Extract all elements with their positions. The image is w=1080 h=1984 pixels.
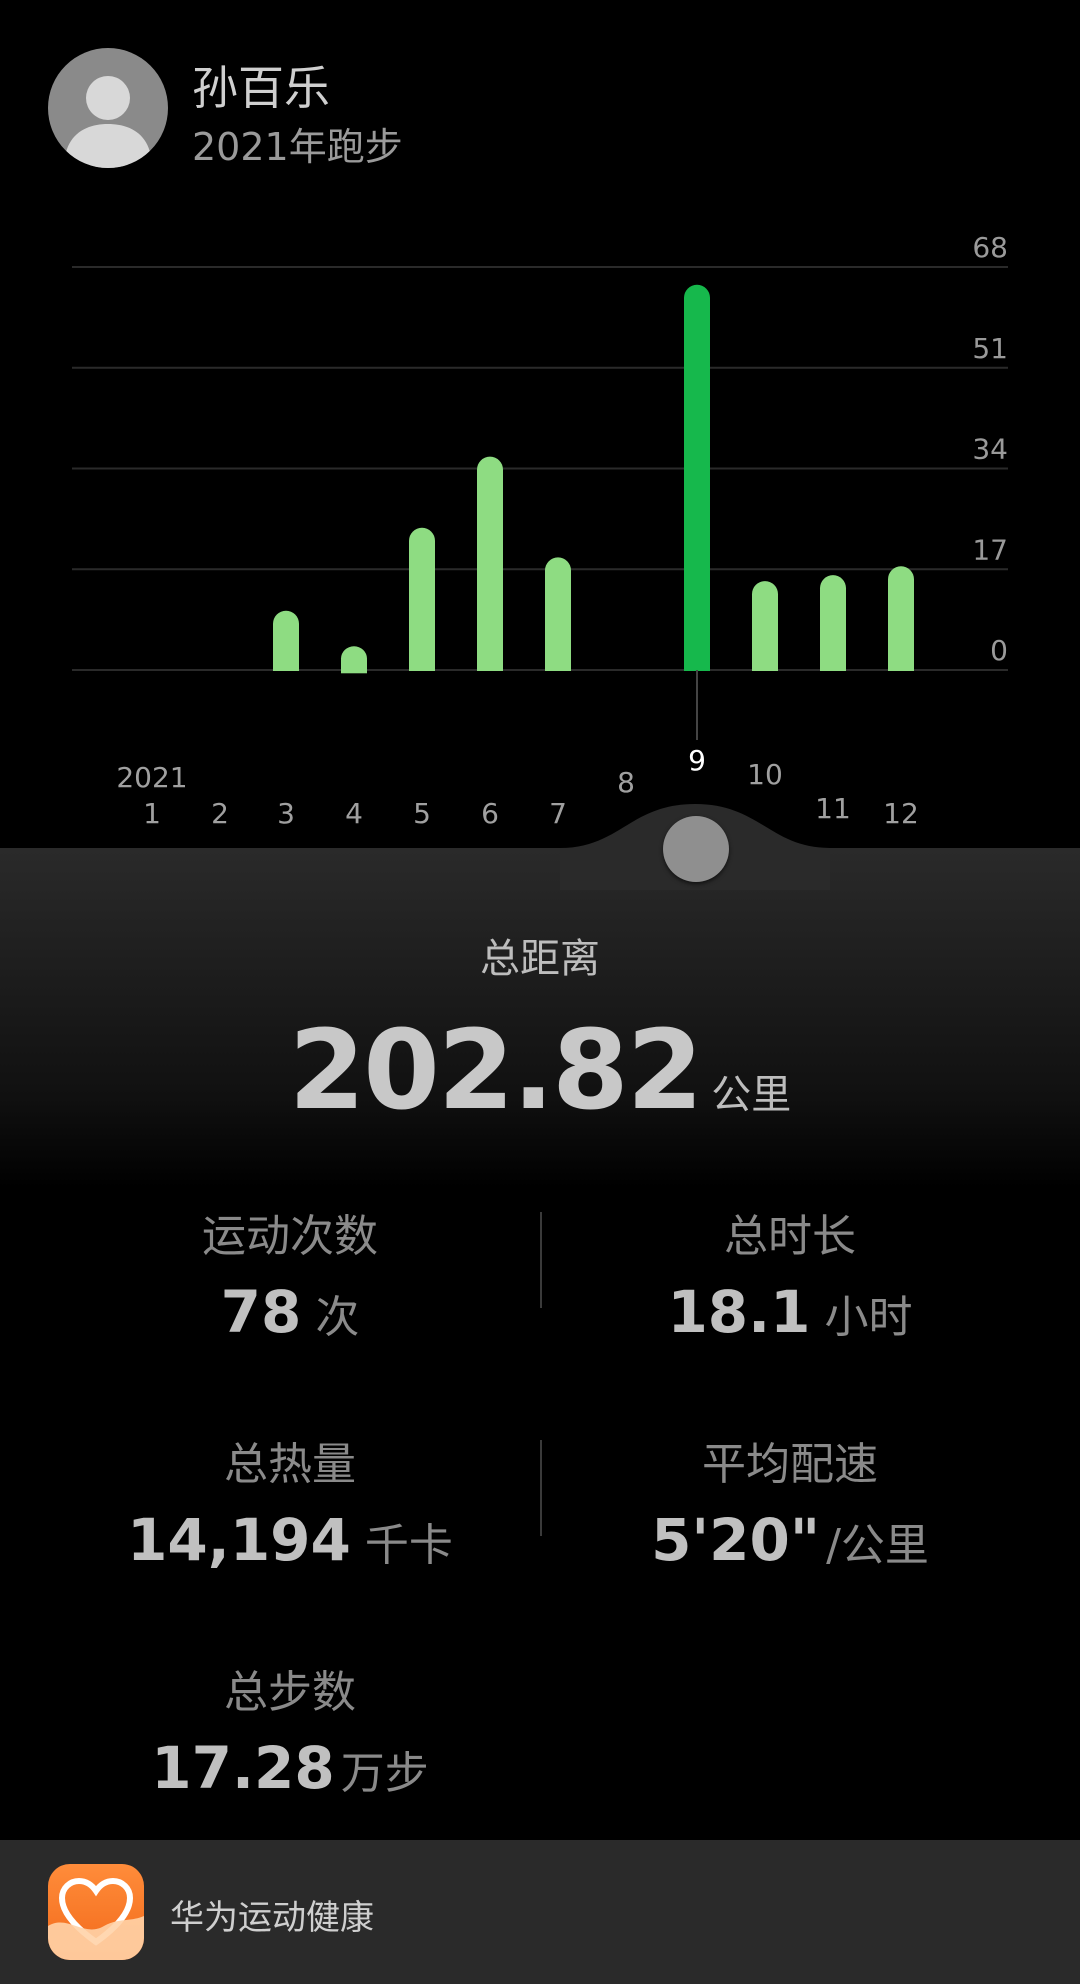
monthly-distance-chart[interactable]: 017345168 1 2 3 4 5 6 789 1011 122021 <box>0 0 1080 860</box>
health-heart-icon <box>48 1864 144 1960</box>
month-label-3[interactable]: 3 <box>277 797 295 830</box>
bar-month-5[interactable] <box>409 527 435 671</box>
year-label: 2021 <box>116 761 187 794</box>
month-label-2[interactable]: 2 <box>211 797 229 830</box>
bar-base <box>684 657 710 671</box>
stat-duration: 总时长 18.1 小时 <box>520 1200 1060 1346</box>
stat-steps: 总步数 17.28 万步 <box>20 1656 560 1802</box>
stat-sessions-label: 运动次数 <box>202 1211 378 1262</box>
total-distance-value: 202.82 <box>288 1006 703 1134</box>
total-distance: 总距离 202.82 公里 <box>0 926 1080 1134</box>
bar-base <box>477 657 503 671</box>
bar-month-6[interactable] <box>477 456 503 671</box>
stat-steps-value: 17.28 <box>151 1734 335 1802</box>
total-distance-unit: 公里 <box>711 1072 792 1118</box>
stat-steps-unit: 万步 <box>340 1748 429 1799</box>
stat-duration-unit: 小时 <box>824 1292 913 1343</box>
bar-base <box>820 657 846 671</box>
bar-base <box>341 659 367 674</box>
stat-calories-unit: 千卡 <box>364 1520 453 1571</box>
bar-base <box>752 657 778 671</box>
y-tick-label: 0 <box>990 634 1008 667</box>
month-label-9[interactable]: 9 <box>688 744 706 777</box>
stat-pace-unit: /公里 <box>826 1520 929 1571</box>
bar-base <box>273 657 299 671</box>
bar-base <box>545 657 571 671</box>
y-tick-label: 34 <box>972 433 1008 466</box>
bar-month-9[interactable] <box>684 284 710 671</box>
stat-duration-value: 18.1 <box>667 1278 811 1346</box>
stat-sessions-value: 78 <box>220 1278 302 1346</box>
stat-sessions-unit: 次 <box>315 1292 360 1343</box>
month-label-12[interactable]: 12 <box>883 797 919 830</box>
stat-calories-value: 14,194 <box>127 1506 351 1574</box>
month-label-6[interactable]: 6 <box>481 797 499 830</box>
total-distance-label: 总距离 <box>480 936 600 982</box>
bar-month-12[interactable] <box>888 566 914 671</box>
stat-sessions: 运动次数 78 次 <box>20 1200 560 1346</box>
stat-steps-label: 总步数 <box>224 1667 356 1718</box>
month-slider-handle[interactable] <box>663 816 729 882</box>
app-footer[interactable]: 华为运动健康 <box>0 1840 1080 1984</box>
bar-base <box>409 657 435 671</box>
stat-pace: 平均配速 5'20"/公里 <box>520 1428 1060 1574</box>
y-tick-label: 51 <box>972 332 1008 365</box>
stat-pace-label: 平均配速 <box>702 1439 878 1490</box>
stat-duration-label: 总时长 <box>724 1211 856 1262</box>
bar-month-7[interactable] <box>545 557 571 671</box>
bar-month-11[interactable] <box>820 575 846 671</box>
y-tick-label: 68 <box>972 231 1008 264</box>
stat-calories: 总热量 14,194 千卡 <box>20 1428 560 1574</box>
month-label-4[interactable]: 4 <box>345 797 363 830</box>
bar-base <box>888 657 914 671</box>
month-label-5[interactable]: 5 <box>413 797 431 830</box>
month-label-1[interactable]: 1 <box>143 797 161 830</box>
stat-calories-label: 总热量 <box>224 1439 356 1490</box>
app-name: 华为运动健康 <box>170 1898 374 1938</box>
y-tick-label: 17 <box>972 533 1008 566</box>
stat-pace-value: 5'20" <box>651 1506 821 1574</box>
